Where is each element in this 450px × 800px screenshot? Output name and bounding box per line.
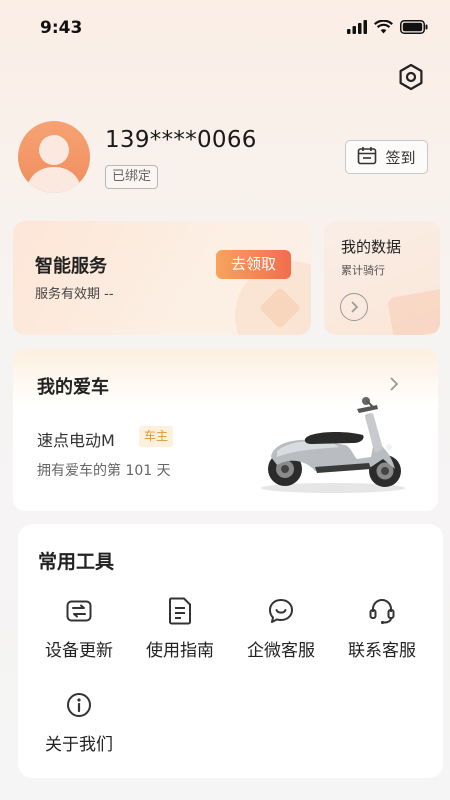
document-icon (167, 594, 193, 628)
tool-about-us[interactable]: 关于我们 (29, 688, 129, 755)
my-data-subtitle: 累计骑行 (341, 264, 385, 277)
tool-label: 关于我们 (45, 735, 113, 755)
tool-label: 企微客服 (247, 641, 315, 661)
tool-device-update[interactable]: 设备更新 (29, 594, 129, 661)
battery-icon (400, 19, 428, 38)
tool-user-guide[interactable]: 使用指南 (130, 594, 230, 661)
my-data-card[interactable]: 我的数据 累计骑行 (324, 221, 440, 335)
checkin-label: 签到 (385, 148, 416, 167)
scooter-image (253, 387, 413, 501)
owner-badge: 车主 (139, 426, 174, 447)
chat-bubble-icon (267, 594, 295, 628)
signal-icon (347, 19, 367, 38)
car-model: 速点电动M (37, 431, 115, 450)
avatar[interactable] (18, 121, 90, 193)
headset-icon (367, 594, 397, 628)
my-data-arrow-button[interactable] (340, 293, 368, 321)
tool-label: 使用指南 (146, 641, 214, 661)
tools-title: 常用工具 (38, 551, 115, 573)
claim-button[interactable]: 去领取 (216, 250, 291, 279)
calendar-icon (357, 146, 377, 169)
decor-shape (386, 288, 440, 335)
status-time: 9:43 (40, 18, 83, 38)
status-icons (347, 19, 428, 38)
service-title: 智能服务 (35, 256, 107, 277)
smart-service-card[interactable]: 智能服务 服务有效期 -- 去领取 (13, 221, 311, 335)
tool-label: 设备更新 (45, 641, 113, 661)
tool-contact-service[interactable]: 联系客服 (332, 594, 432, 661)
settings-hexagon-icon (397, 63, 425, 95)
my-car-title: 我的爱车 (37, 377, 109, 398)
tool-label: 联系客服 (348, 641, 416, 661)
chevron-right-icon (351, 301, 359, 313)
common-tools-card: 常用工具 设备更新 使用指南 企微客服 联系客服 关于我们 (18, 524, 443, 778)
ownership-days: 拥有爱车的第 101 天 (37, 463, 171, 479)
info-icon (65, 688, 93, 722)
phone-number: 139****0066 (105, 127, 257, 153)
my-car-card[interactable]: 我的爱车 速点电动M 车主 拥有爱车的第 101 天 (13, 349, 438, 511)
avatar-person-icon (26, 135, 82, 193)
tool-wecom-service[interactable]: 企微客服 (231, 594, 331, 661)
checkin-button[interactable]: 签到 (345, 140, 428, 174)
settings-button[interactable] (396, 63, 426, 95)
wifi-icon (374, 19, 393, 38)
bound-status-badge: 已绑定 (105, 165, 159, 189)
my-data-title: 我的数据 (341, 238, 402, 256)
service-validity: 服务有效期 -- (35, 287, 114, 302)
device-update-icon (65, 594, 93, 628)
